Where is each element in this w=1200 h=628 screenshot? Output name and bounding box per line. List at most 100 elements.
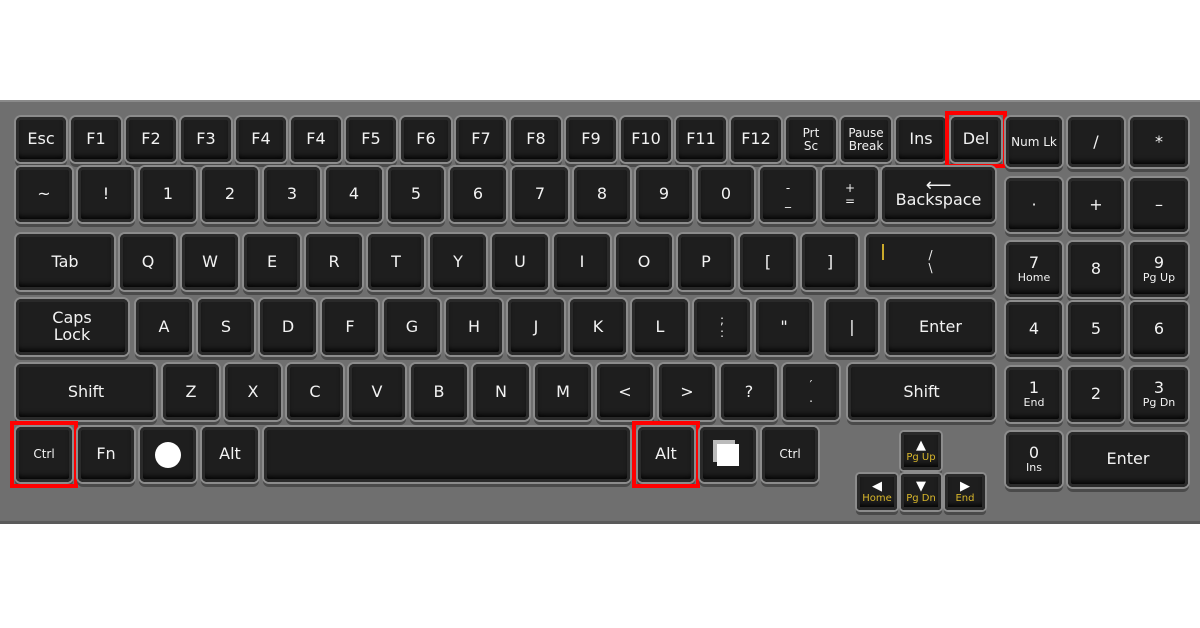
key-3[interactable]: 3 Pg Dn <box>1130 367 1188 422</box>
key-5[interactable]: 5 <box>388 167 444 222</box>
key-7[interactable]: 7 Home <box>1006 242 1062 297</box>
key-f12[interactable]: F12 <box>731 117 781 162</box>
key-symbol[interactable]: – <box>1130 178 1188 232</box>
key-a[interactable]: A <box>136 299 192 355</box>
key-i[interactable]: I <box>554 234 610 290</box>
key-shift[interactable]: Shift <box>16 364 156 420</box>
key-b[interactable]: B <box>411 364 467 420</box>
key-5[interactable]: 5 <box>1068 302 1124 357</box>
key-0[interactable]: 0 <box>698 167 754 222</box>
key-symbol[interactable]: / <box>1068 117 1124 167</box>
key-pause-break[interactable]: Pause Break <box>841 117 891 162</box>
key-g[interactable]: G <box>384 299 440 355</box>
key-symbol[interactable]: ; : <box>694 299 750 355</box>
key-4[interactable]: 4 <box>326 167 382 222</box>
key-symbol[interactable]: - _ <box>760 167 816 222</box>
key-symbol[interactable]: / \ <box>866 234 995 290</box>
key-l[interactable]: L <box>632 299 688 355</box>
spacebar-key[interactable] <box>264 427 630 482</box>
key-del[interactable]: Del <box>951 117 1001 162</box>
key-enter[interactable]: Enter <box>1068 432 1188 487</box>
key-f8[interactable]: F8 <box>511 117 561 162</box>
key-6[interactable]: 6 <box>450 167 506 222</box>
key-6[interactable]: 6 <box>1130 302 1188 357</box>
key-num-lk[interactable]: Num Lk <box>1006 117 1062 167</box>
key-2[interactable]: 2 <box>202 167 258 222</box>
key-9[interactable]: 9 <box>636 167 692 222</box>
key-9[interactable]: 9 Pg Up <box>1130 242 1188 297</box>
key-alt[interactable]: Alt <box>202 427 258 482</box>
key-r[interactable]: R <box>306 234 362 290</box>
key-symbol[interactable]: > <box>659 364 715 420</box>
key-f7[interactable]: F7 <box>456 117 506 162</box>
key-f6[interactable]: F6 <box>401 117 451 162</box>
key-alt[interactable]: Alt <box>638 427 694 482</box>
key-y[interactable]: Y <box>430 234 486 290</box>
key-symbol[interactable]: ′ . <box>783 364 839 420</box>
windows-key[interactable] <box>140 427 196 482</box>
key-symbol[interactable]: * <box>1130 117 1188 167</box>
key-fn[interactable]: Fn <box>78 427 134 482</box>
key-symbol[interactable]: · <box>1006 178 1062 232</box>
key-symbol[interactable]: | <box>826 299 878 355</box>
key-symbol[interactable]: ] <box>802 234 858 290</box>
key-1[interactable]: 1 <box>140 167 196 222</box>
key-backspace[interactable]: ⟵ Backspace <box>882 167 995 222</box>
key-shift[interactable]: Shift <box>848 364 995 420</box>
key-f[interactable]: F <box>322 299 378 355</box>
arrow-key-pg-dn[interactable]: ▼ Pg Dn <box>901 474 941 510</box>
key-tab[interactable]: Tab <box>16 234 114 290</box>
key-f4[interactable]: F4 <box>291 117 341 162</box>
key-s[interactable]: S <box>198 299 254 355</box>
key-f2[interactable]: F2 <box>126 117 176 162</box>
key-q[interactable]: Q <box>120 234 176 290</box>
key-ctrl[interactable]: Ctrl <box>762 427 818 482</box>
key-1[interactable]: 1 End <box>1006 367 1062 422</box>
menu-key[interactable] <box>700 427 756 482</box>
key-enter[interactable]: Enter <box>886 299 995 355</box>
key-x[interactable]: X <box>225 364 281 420</box>
key-symbol[interactable]: ! <box>78 167 134 222</box>
key-f11[interactable]: F11 <box>676 117 726 162</box>
key-n[interactable]: N <box>473 364 529 420</box>
key-k[interactable]: K <box>570 299 626 355</box>
key-f1[interactable]: F1 <box>71 117 121 162</box>
key-esc[interactable]: Esc <box>16 117 66 162</box>
key-o[interactable]: O <box>616 234 672 290</box>
key-e[interactable]: E <box>244 234 300 290</box>
key-symbol[interactable]: < <box>597 364 653 420</box>
key-f5[interactable]: F5 <box>346 117 396 162</box>
key-c[interactable]: C <box>287 364 343 420</box>
key-8[interactable]: 8 <box>1068 242 1124 297</box>
key-4[interactable]: 4 <box>1006 302 1062 357</box>
key-7[interactable]: 7 <box>512 167 568 222</box>
key-f4[interactable]: F4 <box>236 117 286 162</box>
key-h[interactable]: H <box>446 299 502 355</box>
key-f3[interactable]: F3 <box>181 117 231 162</box>
key-d[interactable]: D <box>260 299 316 355</box>
key-caps-lock[interactable]: Caps Lock <box>16 299 128 355</box>
key-u[interactable]: U <box>492 234 548 290</box>
key-f10[interactable]: F10 <box>621 117 671 162</box>
key-prt-sc[interactable]: Prt Sc <box>786 117 836 162</box>
key-p[interactable]: P <box>678 234 734 290</box>
key-v[interactable]: V <box>349 364 405 420</box>
key-m[interactable]: M <box>535 364 591 420</box>
key-symbol[interactable]: ? <box>721 364 777 420</box>
key-f9[interactable]: F9 <box>566 117 616 162</box>
key-z[interactable]: Z <box>163 364 219 420</box>
key-symbol[interactable]: [ <box>740 234 796 290</box>
arrow-key-home[interactable]: ◀ Home <box>857 474 897 510</box>
key-ins[interactable]: Ins <box>896 117 946 162</box>
key-j[interactable]: J <box>508 299 564 355</box>
key-0[interactable]: 0 Ins <box>1006 432 1062 487</box>
key-3[interactable]: 3 <box>264 167 320 222</box>
key-ctrl[interactable]: Ctrl <box>16 427 72 482</box>
key-8[interactable]: 8 <box>574 167 630 222</box>
key-w[interactable]: W <box>182 234 238 290</box>
key-symbol[interactable]: " <box>756 299 812 355</box>
key-2[interactable]: 2 <box>1068 367 1124 422</box>
arrow-key-pg-up[interactable]: ▲ Pg Up <box>901 432 941 470</box>
arrow-key-end[interactable]: ▶ End <box>945 474 985 510</box>
key-symbol[interactable]: + <box>1068 178 1124 232</box>
